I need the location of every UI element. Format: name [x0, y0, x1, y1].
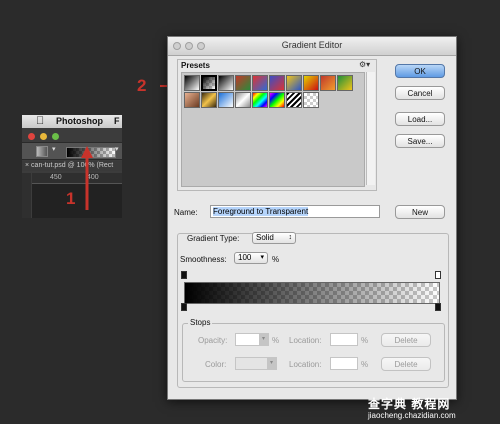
watermark-url: jiaocheng.chazidian.com	[368, 411, 456, 420]
preset-swatch[interactable]	[269, 92, 285, 108]
preset-swatches	[181, 72, 365, 187]
chevron-down-icon: ▾	[267, 358, 276, 369]
opacity-unit: %	[272, 336, 280, 345]
color-label: Color:	[205, 360, 227, 369]
gradient-type-value: Solid	[256, 233, 274, 242]
delete-opacity-stop-button[interactable]: Delete	[381, 333, 431, 347]
preset-swatch[interactable]	[184, 92, 200, 108]
opacity-location-field[interactable]	[330, 333, 358, 346]
opacity-label: Opacity:	[198, 336, 228, 345]
preset-swatch[interactable]	[252, 75, 268, 91]
name-label: Name:	[174, 208, 198, 217]
preset-swatch[interactable]	[218, 92, 234, 108]
chevron-down-icon: ▾	[259, 334, 268, 345]
opacity-location-unit: %	[361, 336, 369, 345]
smoothness-select[interactable]: 100 ▾	[234, 252, 268, 264]
presets-panel: Presets ⚙▾	[177, 59, 377, 191]
preset-swatch[interactable]	[269, 75, 285, 91]
preset-swatch[interactable]	[303, 92, 319, 108]
color-stop-left[interactable]	[181, 303, 187, 311]
chevron-down-icon: ▾	[260, 254, 264, 261]
preset-swatch-foreground-to-transparent[interactable]	[201, 75, 217, 91]
smoothness-unit: %	[272, 255, 280, 264]
watermark-title: 查字典 教程网	[368, 397, 451, 411]
cancel-button[interactable]: Cancel	[395, 86, 445, 100]
opacity-stop-left[interactable]	[181, 271, 187, 279]
gradient-editor-dialog: Gradient Editor Presets ⚙▾ OK Cancel Loa…	[167, 36, 457, 400]
preset-swatch[interactable]	[218, 75, 234, 91]
presets-menu-gear-icon[interactable]: ⚙▾	[359, 60, 370, 69]
preset-swatch[interactable]	[235, 75, 251, 91]
presets-scrollbar[interactable]	[366, 72, 375, 185]
stops-group	[182, 323, 445, 382]
arrow-1-icon	[81, 146, 93, 210]
preset-swatch[interactable]	[201, 92, 217, 108]
delete-color-stop-button[interactable]: Delete	[381, 357, 431, 371]
gradient-type-label: Gradient Type:	[185, 234, 242, 243]
new-button[interactable]: New	[395, 205, 445, 219]
preset-swatch[interactable]	[303, 75, 319, 91]
color-stop-right[interactable]	[435, 303, 441, 311]
load-button[interactable]: Load...	[395, 112, 445, 126]
annotation-step-2: 2	[137, 76, 147, 95]
gradient-type-select[interactable]: Solid ↕	[252, 232, 296, 244]
opacity-stop-right[interactable]	[435, 271, 441, 279]
stops-title: Stops	[188, 318, 213, 327]
color-location-label: Location:	[289, 360, 322, 369]
ok-button[interactable]: OK	[395, 64, 445, 78]
color-location-field[interactable]	[330, 357, 358, 370]
dialog-titlebar[interactable]: Gradient Editor	[168, 37, 456, 56]
gradient-name-value: Foreground to Transparent	[213, 207, 309, 216]
smoothness-value: 100	[238, 253, 252, 262]
opacity-location-label: Location:	[289, 336, 322, 345]
preset-swatch[interactable]	[337, 75, 353, 91]
annotation-step-1: 1	[66, 189, 76, 208]
save-button[interactable]: Save...	[395, 134, 445, 148]
dialog-title: Gradient Editor	[281, 40, 343, 50]
preset-swatch[interactable]	[320, 75, 336, 91]
smoothness-label: Smoothness:	[180, 255, 227, 264]
color-swatch-field[interactable]: ▾	[235, 357, 277, 370]
color-location-unit: %	[361, 360, 369, 369]
gradient-name-field[interactable]: Foreground to Transparent	[210, 205, 380, 218]
presets-label: Presets	[181, 61, 210, 70]
stepper-arrows-icon: ↕	[288, 234, 293, 241]
preset-swatch[interactable]	[286, 92, 302, 108]
gradient-preview-bar[interactable]	[184, 282, 440, 304]
preset-swatch[interactable]	[235, 92, 251, 108]
opacity-field[interactable]: ▾	[235, 333, 269, 346]
preset-swatch[interactable]	[252, 92, 268, 108]
preset-swatch[interactable]	[286, 75, 302, 91]
preset-swatch[interactable]	[184, 75, 200, 91]
